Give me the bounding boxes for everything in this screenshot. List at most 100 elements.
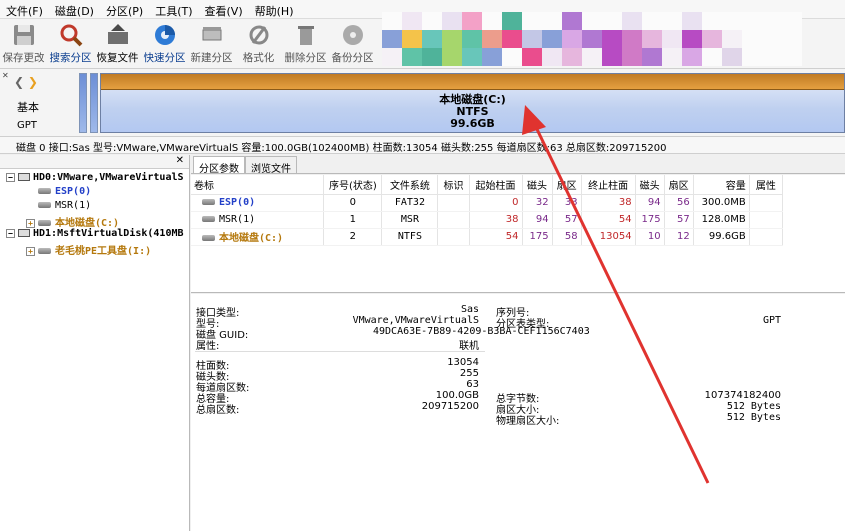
cell-start-sector: 33 (552, 194, 582, 212)
new-partition-button[interactable]: 新建分区 (188, 19, 235, 69)
recover-files-icon (107, 24, 128, 44)
col-end-cyl[interactable]: 终止柱面 (581, 175, 636, 195)
attr-label: 属性: (196, 341, 220, 352)
table-row[interactable]: 本地磁盘(C:) 2 NTFS 54 175 58 13054 10 12 99… (191, 228, 784, 246)
table-row[interactable]: ESP(0) 0 FAT32 0 32 33 38 94 56 300.0MB (191, 194, 784, 212)
expand-icon[interactable]: + (26, 246, 35, 256)
cell-end-head: 175 (635, 211, 665, 229)
col-start-cyl[interactable]: 起始柱面 (469, 175, 523, 195)
mosaic-cell (482, 48, 502, 66)
esp-partition-block[interactable] (79, 73, 87, 133)
mosaic-cell (782, 48, 802, 66)
disk-nav-arrows[interactable]: ❮ ❯ (14, 75, 38, 89)
main-partition-block[interactable]: 本地磁盘(C:) NTFS 99.6GB (100, 73, 845, 133)
chevron-right-icon[interactable]: ❯ (28, 75, 38, 89)
mosaic-cell (582, 48, 602, 66)
menu-help[interactable]: 帮助(H) (249, 0, 300, 18)
close-icon[interactable]: ✕ (2, 71, 9, 80)
tree-item-hd1[interactable]: − HD1:MsftVirtualDisk(410MB (6, 228, 184, 239)
col-end-sector[interactable]: 扇区 (664, 175, 694, 195)
mosaic-cell (642, 30, 662, 48)
mosaic-cell (502, 12, 522, 30)
recover-files-button[interactable]: 恢复文件 (94, 19, 141, 69)
partition-info: 本地磁盘(C:) NTFS 99.6GB (101, 94, 844, 130)
search-partition-button[interactable]: 搜索分区 (47, 19, 94, 69)
menu-view[interactable]: 查看(V) (199, 0, 249, 18)
tree-item-esp[interactable]: ESP(0) (38, 186, 91, 197)
tree-item-msr[interactable]: MSR(1) (38, 200, 91, 211)
cell-start-sector: 58 (552, 228, 582, 246)
mosaic-cell (722, 48, 742, 66)
col-flag[interactable]: 标识 (437, 175, 470, 195)
chevron-left-icon[interactable]: ❮ (14, 75, 24, 89)
table-row[interactable]: MSR(1) 1 MSR 38 94 57 54 175 57 128.0MB (191, 211, 784, 229)
mosaic-cell (762, 30, 782, 48)
tab-browse-files[interactable]: 浏览文件 (245, 156, 297, 175)
backup-partition-button[interactable]: 备份分区 (329, 19, 376, 69)
col-volume-label[interactable]: 卷标 (191, 175, 325, 195)
partition-icon (38, 202, 51, 208)
col-capacity[interactable]: 容量 (693, 175, 750, 195)
tree-header: ✕ (0, 155, 189, 169)
expand-icon[interactable]: + (26, 218, 35, 228)
close-icon[interactable]: ✕ (176, 155, 184, 166)
quick-partition-button[interactable]: 快速分区 (141, 19, 188, 69)
mosaic-cell (622, 48, 642, 66)
mosaic-cell (702, 12, 722, 30)
mosaic-cell (522, 12, 542, 30)
mosaic-cell (722, 12, 742, 30)
model-value: VMware,VMwareVirtualS (352, 315, 479, 326)
delete-partition-button[interactable]: 删除分区 (282, 19, 329, 69)
mosaic-cell (562, 48, 582, 66)
menu-file[interactable]: 文件(F) (0, 0, 49, 18)
menu-tools[interactable]: 工具(T) (149, 0, 198, 18)
backup-partition-icon (342, 25, 363, 45)
mosaic-cell (642, 12, 662, 30)
tree-item-pe-disk[interactable]: + 老毛桃PE工具盘(I:) (26, 242, 151, 257)
mosaic-cell (482, 30, 502, 48)
menu-disk[interactable]: 磁盘(D) (49, 0, 100, 18)
cell-start-sector: 57 (552, 211, 582, 229)
col-start-head[interactable]: 磁头 (522, 175, 553, 195)
attr-value: 联机 (459, 341, 479, 352)
mosaic-cell (582, 12, 602, 30)
tree-item-hd0[interactable]: − HD0:VMware,VMwareVirtualS (6, 172, 184, 183)
collapse-icon[interactable]: − (6, 172, 15, 182)
mosaic-cell (662, 48, 682, 66)
partition-icon (38, 188, 51, 194)
format-button[interactable]: 格式化 (235, 19, 282, 69)
cell-seq: 0 (323, 194, 383, 212)
cell-start-cyl: 0 (469, 194, 523, 212)
tab-partition-params[interactable]: 分区参数 (193, 156, 245, 175)
heads-value: 255 (459, 368, 479, 379)
cell-start-head: 175 (522, 228, 553, 246)
mosaic-cell (682, 12, 702, 30)
cell-label: 本地磁盘(C:) (191, 228, 325, 246)
col-start-sector[interactable]: 扇区 (552, 175, 582, 195)
mosaic-cell (682, 30, 702, 48)
mosaic-cell (662, 30, 682, 48)
search-partition-icon (60, 24, 82, 47)
col-seq[interactable]: 序号(状态) (323, 175, 383, 195)
col-fs[interactable]: 文件系统 (381, 175, 439, 195)
save-changes-button[interactable]: 保存更改 (0, 19, 47, 69)
collapse-icon[interactable]: − (6, 228, 15, 238)
menu-partition[interactable]: 分区(P) (100, 0, 149, 18)
cell-capacity: 300.0MB (693, 194, 750, 212)
format-icon (249, 25, 268, 45)
mosaic-cell (462, 30, 482, 48)
cell-fs: MSR (381, 211, 439, 229)
mosaic-cell (742, 30, 762, 48)
partition-icon (202, 216, 215, 222)
cell-flag (437, 228, 470, 246)
col-end-head[interactable]: 磁头 (635, 175, 665, 195)
tree-item-local-disk-c[interactable]: + 本地磁盘(C:) (26, 214, 119, 229)
cell-attr (749, 194, 784, 212)
partition-icon (38, 220, 51, 226)
mosaic-cell (502, 30, 522, 48)
mosaic-cell (702, 30, 722, 48)
col-attr[interactable]: 属性 (749, 175, 784, 195)
partition-icon (202, 199, 215, 205)
cell-flag (437, 194, 470, 212)
msr-partition-block[interactable] (90, 73, 98, 133)
